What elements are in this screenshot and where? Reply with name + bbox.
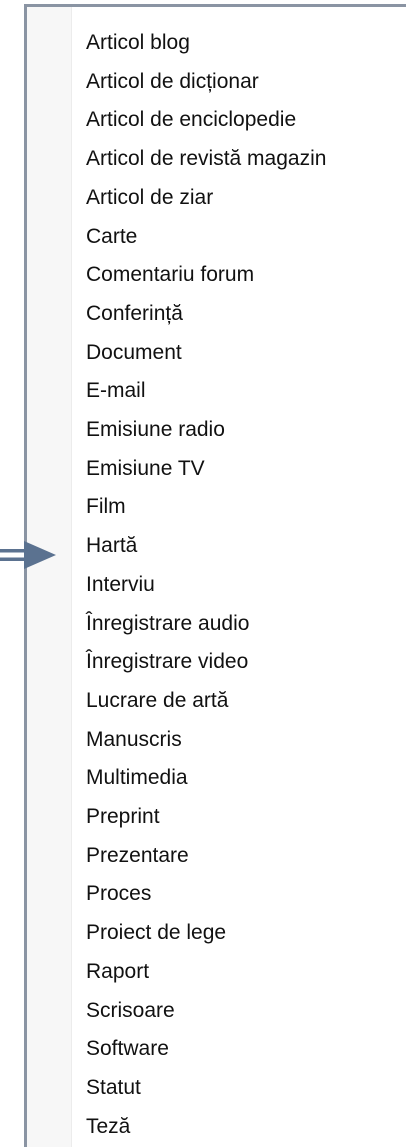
list-item[interactable]: Lucrare de artă	[27, 683, 406, 719]
list-item[interactable]: Emisiune TV	[27, 451, 406, 487]
list-item[interactable]: Carte	[27, 219, 406, 255]
list-item[interactable]: Teză	[27, 1109, 406, 1145]
list-item[interactable]: Emisiune radio	[27, 412, 406, 448]
list-item[interactable]: Film	[27, 489, 406, 525]
list-item[interactable]: Articol de dicționar	[27, 64, 406, 100]
list-item[interactable]: Articol de revistă magazin	[27, 141, 406, 177]
list-item[interactable]: Preprint	[27, 799, 406, 835]
list-item[interactable]: Raport	[27, 954, 406, 990]
list-item[interactable]: Articol de ziar	[27, 180, 406, 216]
list-item[interactable]: Software	[27, 1031, 406, 1067]
list-item[interactable]: Conferință	[27, 296, 406, 332]
list-item[interactable]: Document	[27, 335, 406, 371]
list-item[interactable]: E-mail	[27, 373, 406, 409]
screenshot-stage: Articol blog Articol de dicționar Articol …	[0, 0, 406, 1147]
right-arrow-icon	[0, 541, 56, 569]
list-item[interactable]: Proiect de lege	[27, 915, 406, 951]
list-item[interactable]: Articol de enciclopedie	[27, 102, 406, 138]
list-item[interactable]: Manuscris	[27, 722, 406, 758]
list-item[interactable]: Comentariu forum	[27, 257, 406, 293]
list-item[interactable]: Prezentare	[27, 838, 406, 874]
item-type-dropdown-list[interactable]: Articol blog Articol de dicționar Articol …	[24, 4, 406, 1147]
list-item[interactable]: Proces	[27, 876, 406, 912]
list-item[interactable]: Scrisoare	[27, 993, 406, 1029]
list-item[interactable]: Multimedia	[27, 760, 406, 796]
list-item[interactable]: Hartă	[27, 528, 406, 564]
list-item[interactable]: Înregistrare audio	[27, 606, 406, 642]
list-item[interactable]: Înregistrare video	[27, 644, 406, 680]
list-item[interactable]: Interviu	[27, 567, 406, 603]
list-item[interactable]: Statut	[27, 1070, 406, 1106]
list-item[interactable]: Articol blog	[27, 25, 406, 61]
